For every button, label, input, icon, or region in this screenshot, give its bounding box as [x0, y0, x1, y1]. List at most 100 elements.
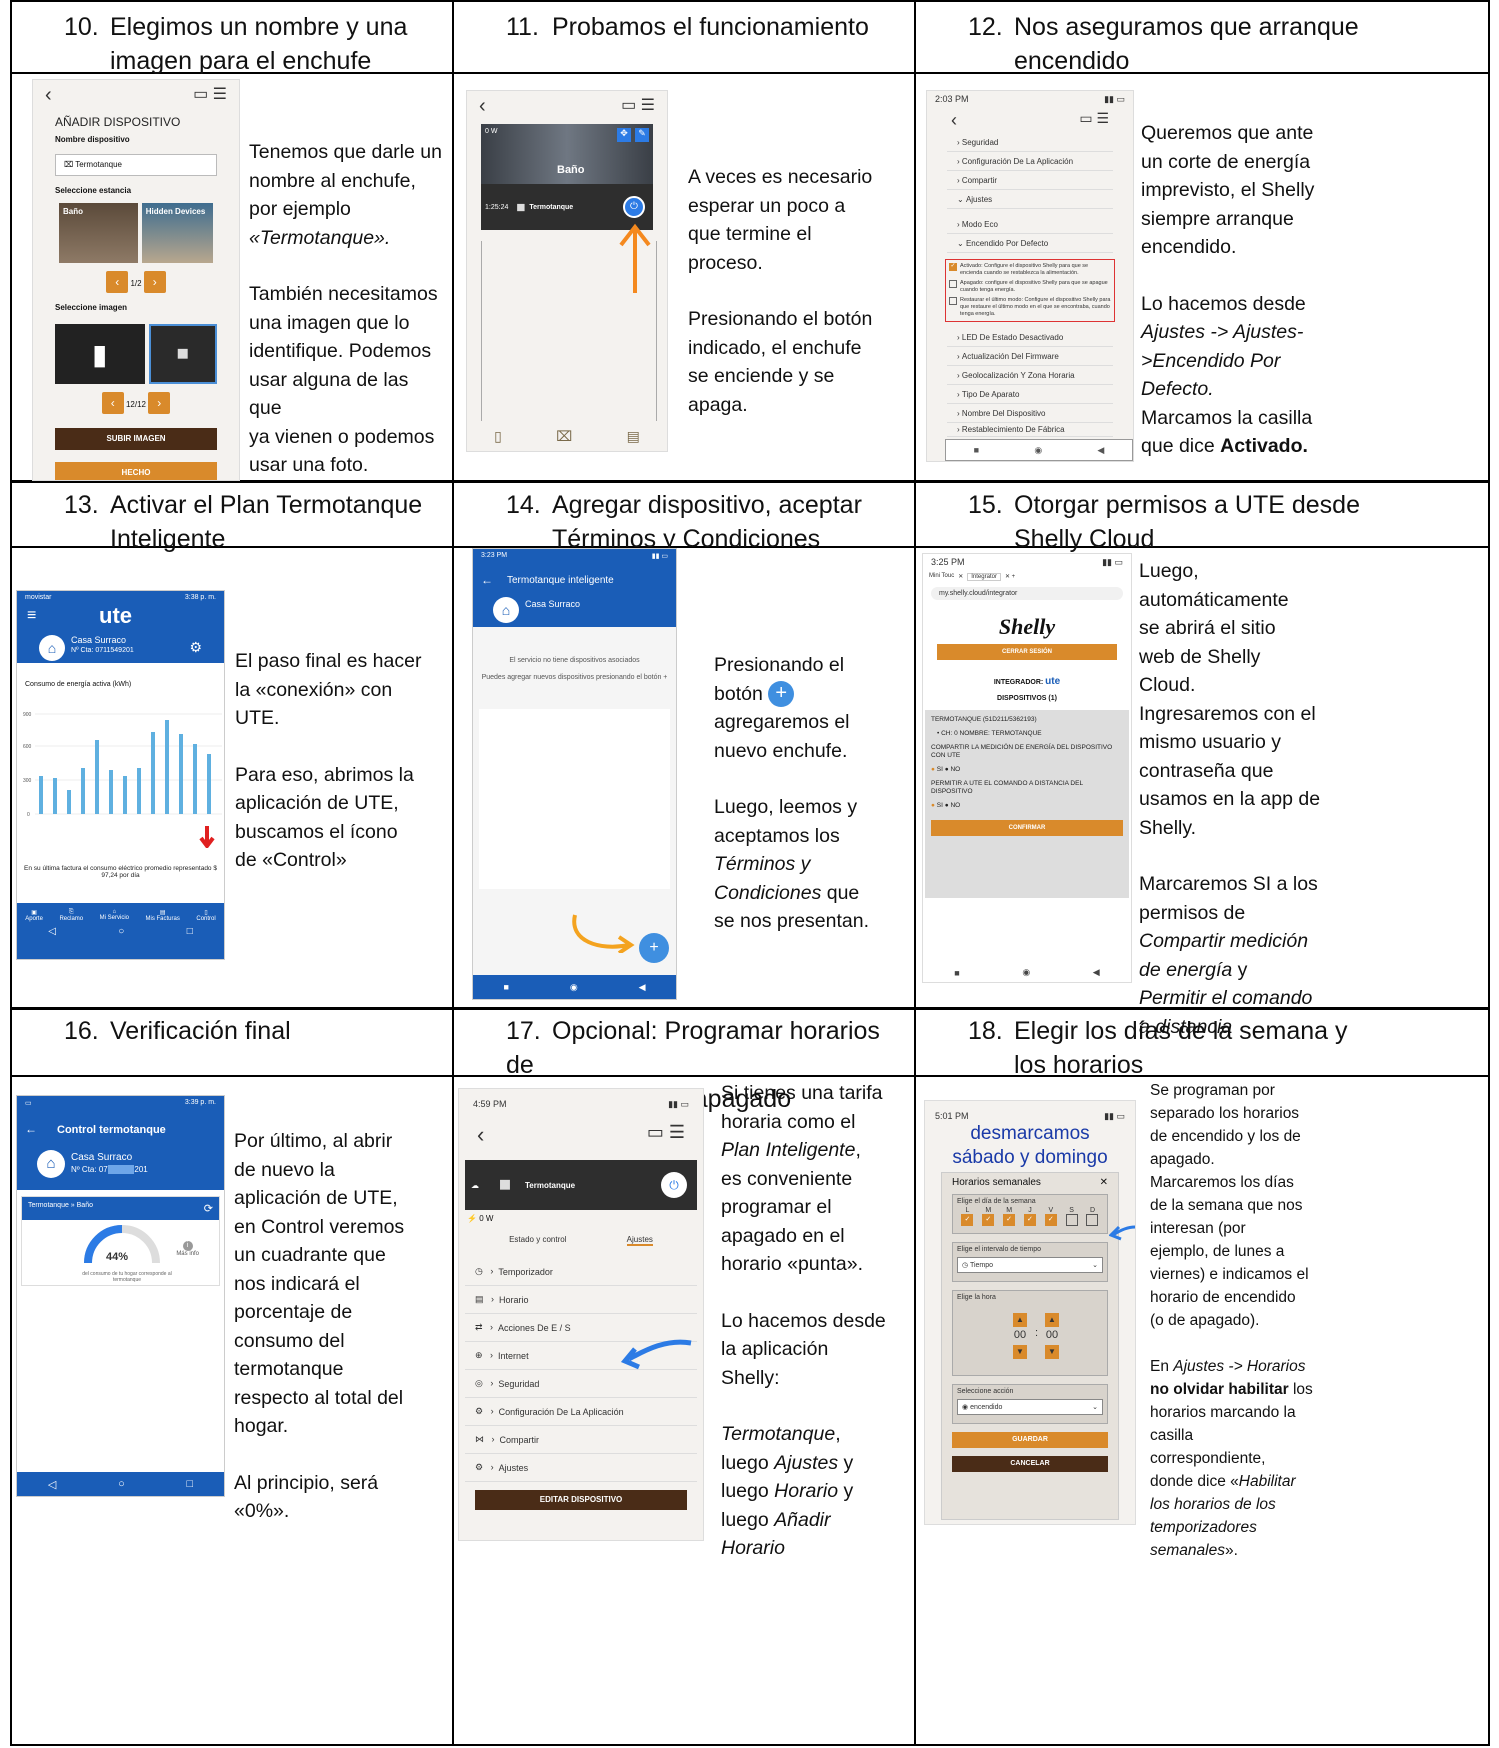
day-checkbox[interactable]: M ✓: [1003, 1207, 1016, 1228]
room-card-hidden[interactable]: Hidden Devices: [141, 203, 213, 263]
day-checkbox[interactable]: L ✓: [961, 1207, 974, 1228]
remote-control-radio[interactable]: ● SI ● NO: [931, 802, 1123, 810]
cancel-button[interactable]: CANCELAR: [952, 1456, 1108, 1472]
home-nav-icon[interactable]: ○: [118, 1478, 125, 1490]
home-nav-icon[interactable]: ◉: [570, 982, 578, 993]
menu-icon[interactable]: ▭ ☰: [621, 95, 655, 118]
list-item[interactable]: ⚙ › Ajustes: [465, 1454, 697, 1482]
tab-control[interactable]: ▯ Control: [196, 909, 215, 922]
recents-icon[interactable]: ■: [954, 968, 959, 978]
next-icon[interactable]: ›: [148, 392, 171, 414]
day-checkbox[interactable]: D: [1086, 1207, 1099, 1228]
tab-mis-facturas[interactable]: ▤ Mis Facturas: [146, 909, 180, 922]
back-nav-icon[interactable]: ◀: [639, 982, 646, 993]
list-item[interactable]: › Geolocalización Y Zona Horaria: [947, 366, 1113, 385]
power-icon[interactable]: ⏻: [623, 196, 645, 218]
prev-icon[interactable]: ‹: [106, 271, 129, 293]
list-item[interactable]: ◎ › Seguridad: [465, 1370, 697, 1398]
scenes-icon[interactable]: ⌧: [556, 428, 572, 445]
list-item[interactable]: › Actualización Del Firmware: [947, 347, 1113, 366]
step-12-heading: 12. Nos aseguramos que arranque encendido: [968, 13, 1359, 75]
refresh-icon[interactable]: ⟳: [204, 1202, 213, 1215]
option-apagado[interactable]: Apagado: configure el dispositivo Shelly…: [949, 280, 1111, 294]
power-icon[interactable]: ⏻: [661, 1172, 687, 1198]
device-name-input[interactable]: ⌧ Termotanque: [55, 154, 217, 176]
list-item[interactable]: › Compartir: [947, 171, 1113, 190]
day-checkbox[interactable]: S: [1065, 1207, 1078, 1228]
rooms-icon[interactable]: ▤: [627, 428, 640, 445]
action-select[interactable]: ◉ encendido ⌄: [957, 1399, 1103, 1415]
tab-mini-touch[interactable]: Mini Touc: [929, 573, 954, 581]
device-card[interactable]: ☁ ⏹ Termotanque ⏻: [465, 1160, 697, 1210]
recents-icon[interactable]: □: [186, 1478, 193, 1490]
list-item[interactable]: ⌄ Ajustes: [947, 190, 1113, 209]
settings-icon[interactable]: ⚙: [189, 639, 202, 656]
prev-icon[interactable]: ‹: [101, 392, 124, 414]
move-icon[interactable]: ✥: [617, 128, 631, 142]
plug-image[interactable]: ⏹: [148, 324, 217, 384]
list-item[interactable]: › Modo Eco: [947, 215, 1113, 234]
list-item[interactable]: ◷ › Temporizador: [465, 1258, 697, 1286]
option-restaurar[interactable]: Restaurar el último modo: Configure el d…: [949, 297, 1111, 318]
edit-device-button[interactable]: EDITAR DISPOSITIVO: [475, 1490, 687, 1510]
recents-icon[interactable]: ■: [503, 982, 508, 992]
back-icon[interactable]: ‹: [951, 110, 957, 131]
room-card-bano[interactable]: Baño: [59, 203, 138, 263]
logout-button[interactable]: CERRAR SESIÓN: [937, 644, 1117, 660]
list-item[interactable]: › Seguridad: [947, 133, 1113, 152]
list-item[interactable]: › Nombre Del Dispositivo: [947, 404, 1113, 423]
save-button[interactable]: GUARDAR: [952, 1432, 1108, 1448]
back-icon[interactable]: ←: [481, 573, 493, 587]
done-button[interactable]: HECHO: [55, 462, 217, 480]
list-item[interactable]: ⌄ Encendido Por Defecto: [947, 234, 1113, 253]
list-item[interactable]: › Restablecimiento De Fábrica: [947, 423, 1113, 437]
hour-stepper[interactable]: ▲ 00 ▼: [1013, 1311, 1027, 1359]
add-device-button[interactable]: +: [639, 933, 669, 963]
minute-stepper[interactable]: ▲ 00 ▼: [1045, 1311, 1059, 1359]
edit-icon[interactable]: ✎: [635, 128, 649, 142]
url-bar[interactable]: my.shelly.cloud/integrator: [931, 587, 1123, 600]
menu-icon[interactable]: ▭ ☰: [193, 84, 227, 107]
back-icon[interactable]: ‹: [479, 95, 486, 118]
recents-icon[interactable]: □: [187, 926, 193, 937]
close-icon[interactable]: ✕: [1100, 1177, 1108, 1188]
back-icon[interactable]: ‹: [477, 1122, 484, 1148]
hamburger-icon[interactable]: ≡: [27, 607, 36, 625]
tab-settings[interactable]: Ajustes: [626, 1235, 653, 1246]
next-icon[interactable]: ›: [143, 271, 166, 293]
recents-icon[interactable]: ■: [974, 445, 979, 455]
tab-mi-servicio[interactable]: ⌂ Mi Servicio: [100, 909, 129, 922]
home-nav-icon[interactable]: ○: [118, 926, 124, 937]
tab-status[interactable]: Estado y control: [509, 1235, 566, 1246]
interval-select[interactable]: ◷ Tiempo ⌄: [957, 1257, 1103, 1273]
back-nav-icon[interactable]: ◁: [48, 1478, 56, 1491]
list-item[interactable]: › Configuración De La Aplicación: [947, 152, 1113, 171]
upload-image-button[interactable]: SUBIR IMAGEN: [55, 428, 217, 450]
confirm-button[interactable]: CONFIRMAR: [931, 820, 1123, 836]
back-icon[interactable]: ←: [25, 1122, 37, 1136]
menu-icon[interactable]: ▭ ☰: [647, 1122, 685, 1148]
menu-icon[interactable]: ▭ ☰: [1079, 110, 1109, 131]
tab-aporte[interactable]: ▣ Aporte: [25, 909, 43, 922]
list-item[interactable]: › Tipo De Aparato: [947, 385, 1113, 404]
door-image[interactable]: ▮: [55, 324, 145, 384]
tab-reclamo[interactable]: ⎘ Reclamo: [59, 909, 83, 922]
day-checkbox[interactable]: M ✓: [982, 1207, 995, 1228]
back-nav-icon[interactable]: ◁: [48, 926, 56, 937]
list-item[interactable]: › LED De Estado Desactivado: [947, 328, 1113, 347]
share-energy-radio[interactable]: ● SI ● NO: [931, 766, 1123, 774]
more-info[interactable]: i Más info: [176, 1241, 199, 1257]
option-activado[interactable]: ✓ Activado: Configure el dispositivo Shel…: [949, 263, 1111, 277]
list-item[interactable]: ⋈ › Compartir: [465, 1426, 697, 1454]
day-checkbox[interactable]: V ✓: [1044, 1207, 1057, 1228]
home-nav-icon[interactable]: ◉: [1022, 967, 1030, 978]
devices-icon[interactable]: ▯: [494, 428, 502, 445]
tab-integrator[interactable]: Integrator: [967, 573, 1001, 581]
home-icon[interactable]: ◉: [1034, 445, 1042, 456]
back-nav-icon[interactable]: ◀: [1093, 967, 1100, 978]
list-item[interactable]: ⚙ › Configuración De La Aplicación: [465, 1398, 697, 1426]
day-checkbox[interactable]: J ✓: [1023, 1207, 1036, 1228]
list-item[interactable]: ▤ › Horario: [465, 1286, 697, 1314]
back-icon[interactable]: ‹: [45, 84, 52, 107]
back-nav-icon[interactable]: ◀: [1097, 445, 1104, 456]
